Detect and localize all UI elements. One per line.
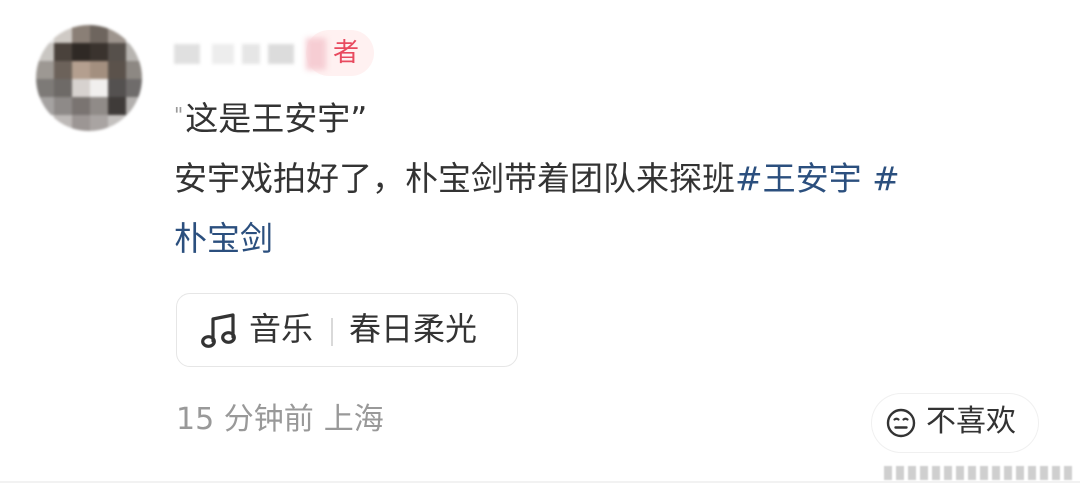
post-time: 15 分钟前	[176, 402, 314, 437]
post-card: 者 "这是王安宇” 安宇戏拍好了，朴宝剑带着团队来探班#王安宇 # 朴宝剑 音乐…	[0, 0, 1080, 483]
music-title: 春日柔光	[349, 310, 478, 348]
post-body-line-1: 安宇戏拍好了，朴宝剑带着团队来探班#王安宇 #	[174, 162, 900, 195]
post-quote-line: "这是王安宇”	[174, 102, 367, 135]
avatar[interactable]	[36, 25, 142, 131]
hashtag-link-1[interactable]: #王安宇 #	[735, 159, 900, 198]
author-badge-redacted-part	[306, 38, 326, 70]
hashtag-link-2[interactable]: 朴宝剑	[174, 219, 273, 258]
dislike-label: 不喜欢	[926, 404, 1016, 439]
music-note-icon	[201, 313, 236, 348]
neutral-face-icon	[886, 408, 916, 438]
username-redacted[interactable]	[172, 38, 322, 72]
post-body-line-2: 朴宝剑	[174, 222, 273, 255]
post-quote-text: 这是王安宇”	[185, 99, 368, 138]
post-body-text: 安宇戏拍好了，朴宝剑带着团队来探班	[174, 159, 735, 198]
music-label: 音乐	[249, 310, 314, 348]
music-divider	[331, 318, 333, 346]
post-location: 上海	[323, 402, 384, 437]
music-card[interactable]: 音乐 春日柔光	[176, 293, 518, 367]
dislike-button[interactable]: 不喜欢	[872, 394, 1038, 452]
post-meta: 15 分钟前 上海	[176, 405, 384, 435]
author-badge-label: 者	[332, 38, 359, 68]
quote-mark: "	[174, 103, 184, 127]
